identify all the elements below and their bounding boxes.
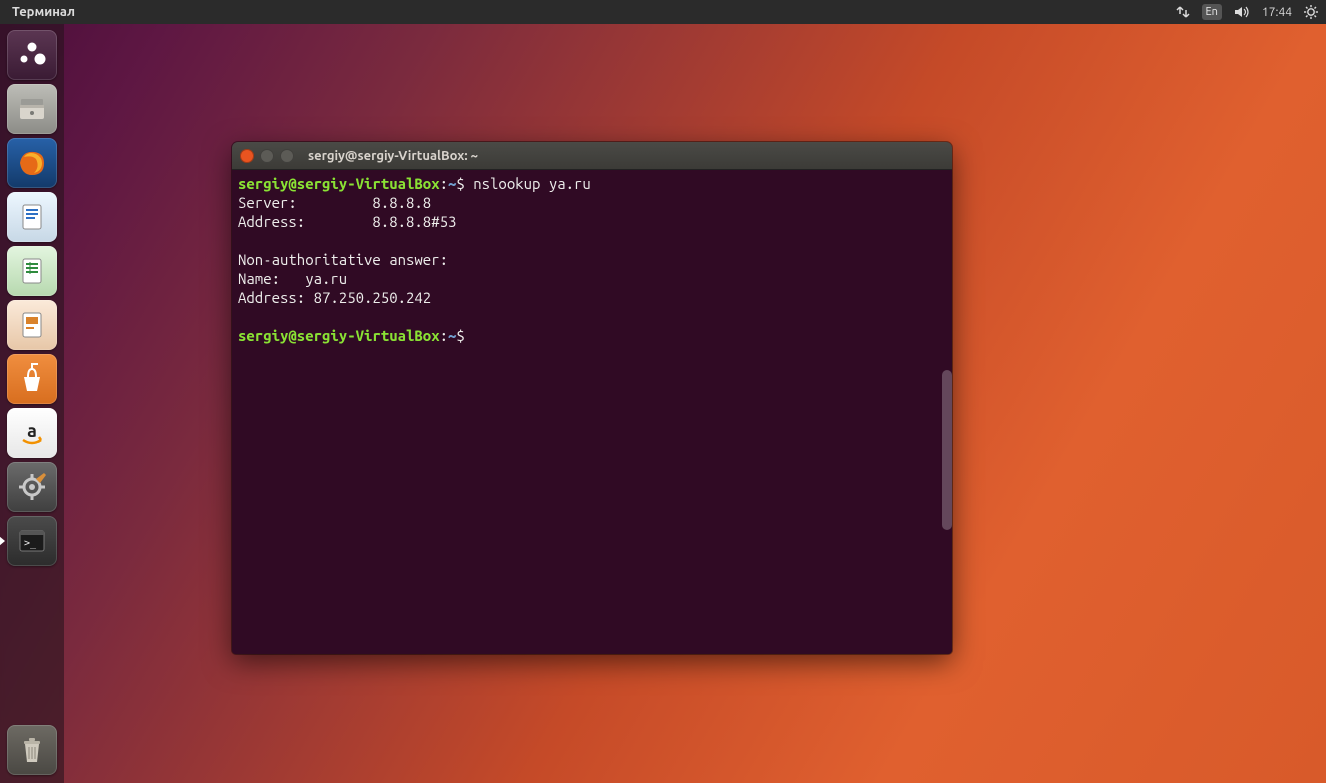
command-text	[465, 327, 473, 344]
prompt-user: sergiy@sergiy-VirtualBox	[238, 175, 440, 192]
prompt-user: sergiy@sergiy-VirtualBox	[238, 327, 440, 344]
svg-text:>_: >_	[24, 538, 37, 549]
network-icon[interactable]	[1176, 5, 1190, 19]
minimize-icon[interactable]	[260, 149, 274, 163]
keyboard-layout-indicator[interactable]: En	[1202, 4, 1222, 20]
terminal-content[interactable]: sergiy@sergiy-VirtualBox:~$ nslookup ya.…	[232, 170, 952, 654]
maximize-icon[interactable]	[280, 149, 294, 163]
svg-text:a: a	[27, 421, 37, 441]
unity-launcher: a >_	[0, 24, 64, 783]
command-text: nslookup ya.ru	[465, 175, 591, 192]
prompt-colon: :	[440, 327, 448, 344]
settings-icon[interactable]	[7, 462, 57, 512]
output-line: Non-authoritative answer:	[238, 251, 448, 268]
files-icon[interactable]	[7, 84, 57, 134]
writer-icon[interactable]	[7, 192, 57, 242]
prompt-dollar: $	[456, 327, 464, 344]
calc-icon[interactable]	[7, 246, 57, 296]
window-controls	[240, 149, 294, 163]
terminal-scrollbar[interactable]	[942, 370, 952, 530]
top-panel: Терминал En 17:44	[0, 0, 1326, 24]
output-line: Name: ya.ru	[238, 270, 347, 287]
trash-icon[interactable]	[7, 725, 57, 775]
software-icon[interactable]	[7, 354, 57, 404]
amazon-icon[interactable]: a	[7, 408, 57, 458]
firefox-icon[interactable]	[7, 138, 57, 188]
impress-icon[interactable]	[7, 300, 57, 350]
terminal-icon[interactable]: >_	[7, 516, 57, 566]
prompt-colon: :	[440, 175, 448, 192]
terminal-window: sergiy@sergiy-VirtualBox: ~ sergiy@sergi…	[232, 142, 952, 654]
system-tray: En 17:44	[1176, 4, 1318, 20]
session-gear-icon[interactable]	[1304, 5, 1318, 19]
sound-icon[interactable]	[1234, 5, 1250, 19]
prompt-dollar: $	[456, 175, 464, 192]
output-line: Server: 8.8.8.8	[238, 194, 431, 211]
dash-icon[interactable]	[7, 30, 57, 80]
clock-label[interactable]: 17:44	[1262, 6, 1292, 19]
window-titlebar[interactable]: sergiy@sergiy-VirtualBox: ~	[232, 142, 952, 170]
output-line: Address: 8.8.8.8#53	[238, 213, 456, 230]
close-icon[interactable]	[240, 149, 254, 163]
window-title: sergiy@sergiy-VirtualBox: ~	[308, 149, 478, 163]
output-line: Address: 87.250.250.242	[238, 289, 431, 306]
active-app-title: Терминал	[12, 5, 75, 19]
